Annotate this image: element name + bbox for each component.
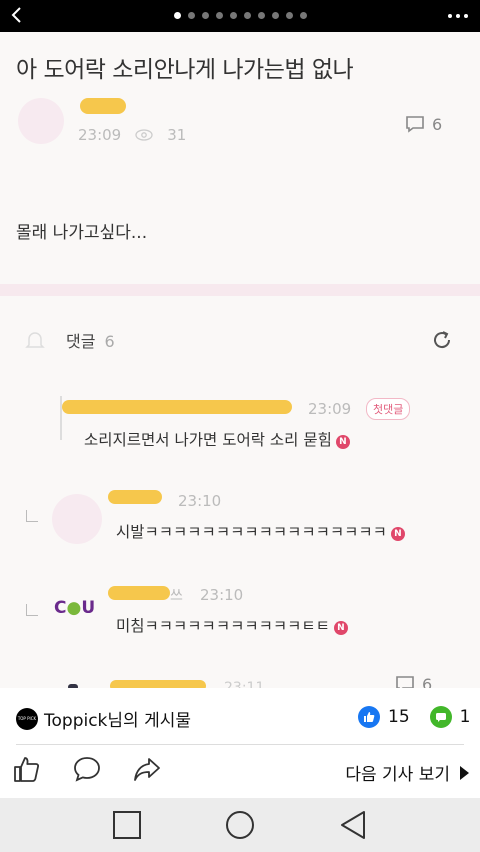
page-attribution[interactable]: TOP PICK Toppick님의 게시물	[16, 706, 191, 731]
eye-icon	[135, 129, 153, 141]
comment-time: 23:11	[224, 680, 265, 688]
page-dot	[229, 12, 237, 19]
comment-text: 시발ㅋㅋㅋㅋㅋㅋㅋㅋㅋㅋㅋㅋㅋㅋㅋㅋㅋ N	[116, 520, 405, 542]
bell-icon	[25, 332, 45, 348]
new-badge: N	[390, 527, 405, 541]
reply-arrow-icon	[26, 604, 38, 616]
comments-label: 댓글	[66, 332, 96, 351]
comment-text-content: 소리지르면서 나가면 도어락 소리 묻힘	[84, 431, 332, 449]
comment-bubble-icon	[429, 706, 452, 728]
comment-text: 미침ㅋㅋㅋㅋㅋㅋㅋㅋㅋㅋㅋㅌㅌ N	[116, 614, 348, 636]
username-tail: 쓰	[170, 588, 183, 604]
redacted-username	[80, 98, 126, 114]
post-time: 23:09	[78, 126, 122, 144]
like-button-icon[interactable]	[12, 754, 42, 784]
post-meta: 23:09 31	[78, 126, 186, 144]
comment-icon	[396, 676, 414, 688]
avatar	[52, 494, 102, 544]
comment-count-value: 6	[432, 114, 443, 134]
recents-square-icon[interactable]	[110, 808, 144, 842]
viewer-top-bar	[0, 0, 480, 32]
back-triangle-icon[interactable]	[336, 808, 370, 842]
comment-count: 6	[394, 674, 432, 688]
reply-arrow-icon	[26, 510, 38, 522]
first-comment-badge: 첫댓글	[366, 398, 411, 420]
comments-header: 댓글 6	[24, 328, 115, 352]
redacted-username	[62, 400, 292, 414]
page-dot	[271, 12, 279, 19]
comments-count: 6	[104, 332, 115, 351]
refresh-icon[interactable]	[430, 328, 454, 352]
comment-count-value: 6	[422, 674, 433, 689]
page-dot	[257, 12, 265, 19]
redacted-username	[108, 490, 162, 504]
page-dot	[215, 12, 223, 19]
page-logo: TOP PICK	[16, 707, 38, 730]
redacted-username	[108, 586, 170, 600]
redacted-username	[110, 680, 206, 688]
like-count: 15	[388, 707, 410, 727]
cu-logo: C●U	[54, 598, 96, 618]
page-dot	[201, 12, 209, 19]
action-bar	[12, 754, 162, 784]
avatar	[18, 98, 64, 144]
post-footer: TOP PICK Toppick님의 게시물 15 1 다음 기사 보기	[0, 688, 480, 798]
post-title: 아 도어락 소리안나게 나가는법 없나	[16, 57, 354, 83]
share-icon[interactable]	[132, 754, 162, 784]
like-icon	[358, 706, 380, 728]
page-dot	[285, 12, 293, 19]
next-article-button[interactable]: 다음 기사 보기	[345, 760, 470, 785]
post-views: 31	[167, 126, 187, 144]
comment-button-icon[interactable]	[72, 754, 102, 784]
comment-text: 소리지르면서 나가면 도어락 소리 묻힘 N	[84, 428, 350, 450]
new-badge: N	[335, 435, 350, 449]
comment-icon	[406, 116, 424, 133]
comment-time: 23:10	[178, 492, 222, 510]
more-horizontal-icon[interactable]	[446, 6, 470, 26]
page-indicator	[0, 12, 480, 19]
page-dot	[299, 12, 307, 19]
page-dot	[173, 12, 181, 19]
comment-text-content: 미침ㅋㅋㅋㅋㅋㅋㅋㅋㅋㅋㅋㅌㅌ	[116, 617, 330, 635]
reaction-summary[interactable]: 15 1	[358, 706, 470, 728]
page-dot	[187, 12, 195, 19]
system-nav-bar	[0, 798, 480, 852]
comment-time: 23:10	[200, 586, 244, 604]
comment-total: 1	[459, 707, 471, 727]
comment-time: 23:09	[308, 400, 352, 418]
new-badge: N	[333, 621, 348, 635]
section-divider	[0, 284, 480, 296]
comment-count: 6	[404, 114, 442, 134]
page-label: Toppick님의 게시물	[44, 711, 191, 731]
play-right-icon	[460, 765, 469, 780]
post-photo: 아 도어락 소리안나게 나가는법 없나 23:09 31 6 몰래 나가고싶다.…	[0, 32, 480, 688]
divider	[16, 744, 464, 745]
post-body: 몰래 나가고싶다...	[16, 223, 148, 243]
next-article-label: 다음 기사 보기	[345, 765, 450, 785]
comment-text-content: 시발ㅋㅋㅋㅋㅋㅋㅋㅋㅋㅋㅋㅋㅋㅋㅋㅋㅋ	[116, 523, 387, 541]
home-circle-icon[interactable]	[223, 808, 257, 842]
page-dot	[243, 12, 251, 19]
